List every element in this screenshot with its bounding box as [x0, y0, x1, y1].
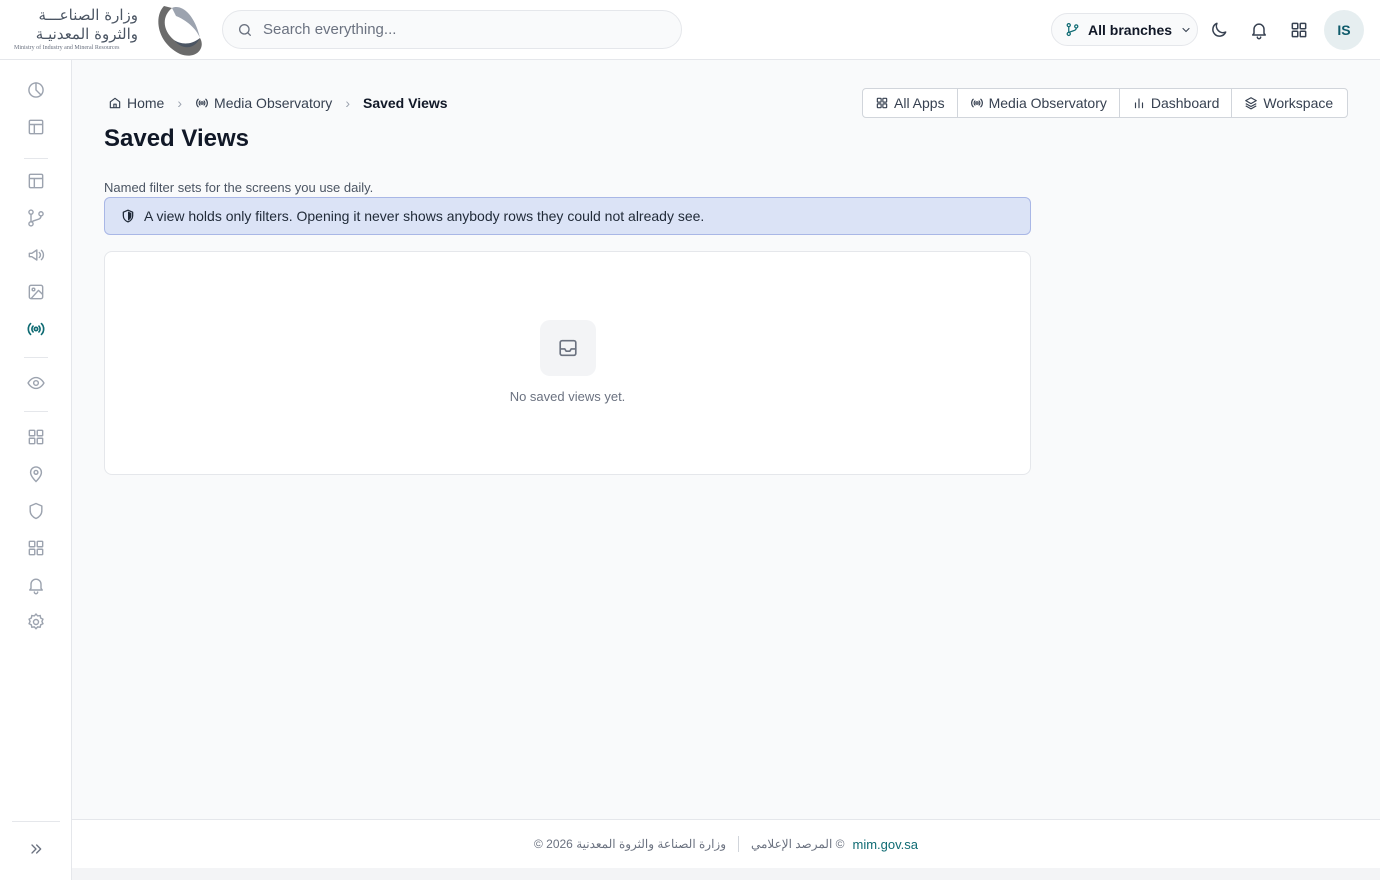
tab-all-apps[interactable]: All Apps [863, 89, 958, 117]
user-avatar[interactable]: IS [1324, 10, 1364, 50]
bell-icon[interactable] [24, 573, 48, 597]
settings-icon[interactable] [24, 610, 48, 634]
info-banner: A view holds only filters. Opening it ne… [104, 197, 1031, 235]
sidebar-divider [24, 158, 48, 159]
layout-icon[interactable] [24, 169, 48, 193]
sidebar-divider [24, 357, 48, 358]
layout-icon[interactable] [24, 115, 48, 139]
breadcrumb-separator: › [345, 95, 350, 111]
grid-icon [875, 96, 889, 110]
page-title: Saved Views [104, 125, 249, 152]
radio-broadcast-icon [970, 96, 984, 110]
pie-chart-icon[interactable] [24, 78, 48, 102]
grid-icon[interactable] [24, 425, 48, 449]
home-icon [108, 96, 122, 110]
bar-chart-icon [1132, 96, 1146, 110]
logo-arabic-line1: وزارة الصناعـــة [38, 6, 138, 24]
info-banner-text: A view holds only filters. Opening it ne… [144, 208, 705, 224]
branch-selector[interactable]: All branches [1051, 13, 1198, 46]
logo-text: وزارة الصناعـــة والثروة المعدنيـة Minis… [14, 6, 138, 52]
breadcrumb-section[interactable]: Media Observatory [195, 95, 332, 111]
radio-broadcast-icon [195, 96, 209, 110]
search-icon [237, 22, 253, 38]
sidebar-divider [12, 821, 60, 822]
radio-broadcast-icon[interactable] [24, 317, 48, 341]
eye-icon[interactable] [24, 371, 48, 395]
ministry-logo[interactable]: وزارة الصناعـــة والثروة المعدنيـة Minis… [14, 2, 208, 58]
footer-link[interactable]: mim.gov.sa [853, 837, 919, 852]
breadcrumb-separator: › [177, 95, 183, 111]
empty-state-message: No saved views yet. [509, 389, 626, 404]
apps-grid-icon[interactable] [1288, 19, 1310, 41]
breadcrumb: Home › Media Observatory › Saved Views [108, 93, 448, 113]
branch-selector-label: All branches [1088, 21, 1173, 38]
inbox-icon [540, 320, 596, 376]
bell-icon[interactable] [1248, 19, 1270, 41]
footer-observatory: المرصد الإعلامي © [751, 837, 845, 851]
logo-arabic-line2: والثروة المعدنيـة [35, 25, 138, 43]
breadcrumb-home[interactable]: Home [108, 95, 164, 111]
map-pin-icon[interactable] [24, 462, 48, 486]
footer: © 2026 وزارة الصناعة والثروة المعدنية ال… [72, 819, 1380, 868]
sidebar [0, 60, 72, 880]
tab-workspace[interactable]: Workspace [1232, 89, 1345, 117]
top-header: وزارة الصناعـــة والثروة المعدنيـة Minis… [0, 0, 1380, 60]
chevron-down-icon [1180, 24, 1192, 36]
layers-icon [1244, 96, 1258, 110]
tab-label: Media Observatory [988, 95, 1107, 111]
tab-media-observatory[interactable]: Media Observatory [958, 89, 1120, 117]
logo-mark-icon [150, 2, 208, 58]
breadcrumb-home-label: Home [127, 95, 165, 111]
tab-label: All Apps [894, 95, 945, 111]
shield-half-icon [121, 209, 135, 223]
tab-label: Dashboard [1150, 95, 1220, 111]
breadcrumb-section-label: Media Observatory [214, 95, 333, 111]
logo-english: Ministry of Industry and Mineral Resourc… [14, 45, 120, 51]
footer-separator [738, 836, 739, 852]
breadcrumb-current: Saved Views [362, 95, 448, 111]
app-nav-tabs: All Apps Media Observatory Dashboard Wor… [862, 88, 1348, 118]
shield-icon[interactable] [24, 499, 48, 523]
chevrons-right-icon[interactable] [24, 837, 48, 861]
footer-copyright: © 2026 وزارة الصناعة والثروة المعدنية [533, 837, 726, 851]
tab-dashboard[interactable]: Dashboard [1120, 89, 1233, 117]
git-branch-icon [1065, 22, 1080, 37]
bottom-strip [72, 868, 1380, 880]
grid-icon[interactable] [24, 536, 48, 560]
sidebar-divider [24, 411, 48, 412]
image-icon[interactable] [24, 280, 48, 304]
megaphone-icon[interactable] [24, 243, 48, 267]
git-branch-icon[interactable] [24, 206, 48, 230]
tab-label: Workspace [1263, 95, 1334, 111]
global-search[interactable] [222, 10, 682, 49]
moon-icon[interactable] [1208, 19, 1230, 41]
saved-views-list: No saved views yet. [104, 251, 1031, 475]
page-description: Named filter sets for the screens you us… [104, 180, 374, 195]
search-input[interactable] [263, 11, 663, 48]
